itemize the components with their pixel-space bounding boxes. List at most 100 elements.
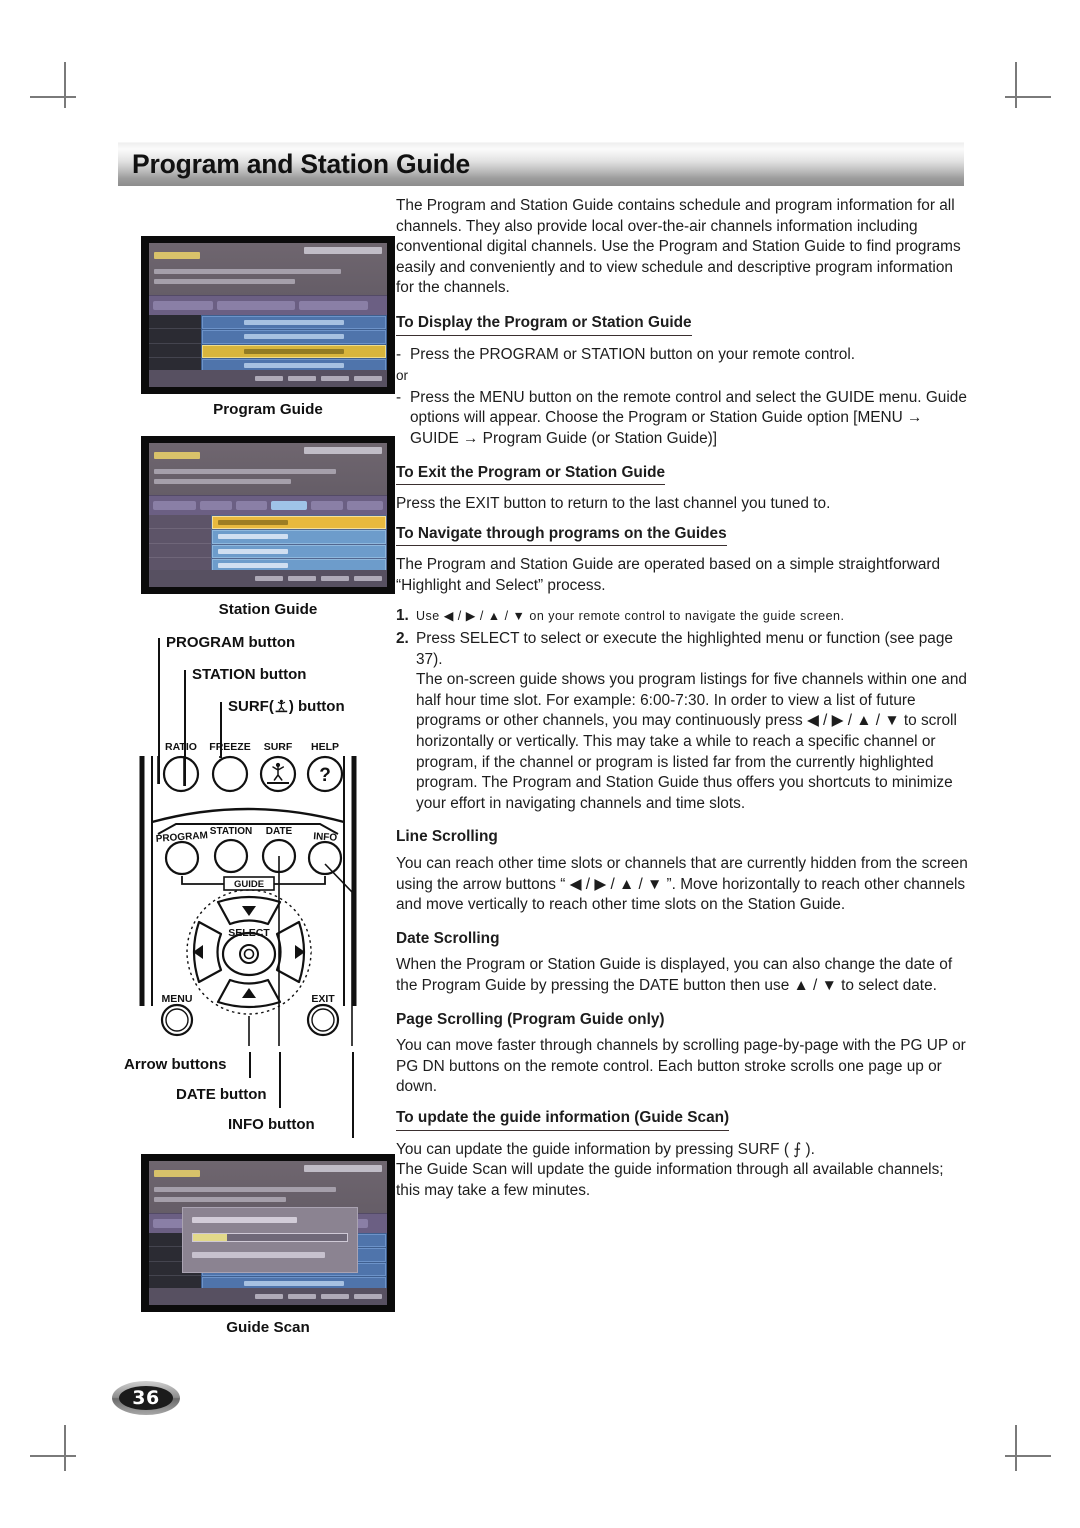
figure-program-guide: Program Guide (118, 236, 418, 418)
svg-text:DATE: DATE (266, 826, 293, 837)
callout-arrow-buttons: Arrow buttons (124, 1056, 227, 1073)
guide-scan-dialog (182, 1207, 359, 1274)
display-guide-or: or (396, 368, 409, 384)
time-cell (149, 544, 211, 559)
time-slot-header (149, 294, 387, 315)
program-guide-screenshot (141, 236, 395, 394)
navigate-step-2-text: Press SELECT to select or execute the hi… (416, 630, 953, 668)
svg-text:EXIT: EXIT (311, 993, 335, 1005)
program-detail-line-2 (154, 1197, 287, 1202)
bullet-mark: - (396, 345, 402, 363)
time-slot-chip-1 (216, 300, 295, 310)
channel-tab-selected (271, 500, 308, 510)
leader-line-date (279, 1052, 281, 1108)
heading-exit-guide: To Exit the Program or Station Guide (396, 463, 666, 486)
section-guide-scan: To update the guide information (Guide S… (396, 1108, 968, 1135)
channel-cell (149, 329, 202, 344)
scan-status-text (192, 1217, 297, 1224)
program-row (211, 544, 386, 558)
crop-mark-bottom-left-vertical (64, 1425, 66, 1471)
svg-text:FREEZE: FREEZE (209, 741, 250, 753)
channel-label-chip (153, 300, 213, 310)
main-content-column: The Program and Station Guide contains s… (396, 196, 968, 1215)
channel-cell (149, 315, 202, 330)
channel-tab (346, 500, 384, 510)
channel-title-bar (154, 452, 200, 459)
callout-info-button: INFO button (228, 1116, 315, 1133)
page-title: Program and Station Guide (132, 149, 471, 179)
page-number: 36 (132, 1387, 160, 1409)
guide-info-header (149, 1161, 387, 1213)
crop-mark-top-right-horizontal (1005, 96, 1051, 98)
svg-text:MENU: MENU (162, 993, 193, 1005)
leader-line-arrow (249, 1052, 251, 1078)
time-slot-chip-2 (298, 300, 368, 310)
display-guide-step-2-text: Press the MENU button on the remote cont… (410, 388, 967, 447)
section-display-guide: To Display the Program or Station Guide (396, 313, 968, 340)
heading-guide-scan: To update the guide information (Guide S… (396, 1108, 730, 1131)
section-exit-guide: To Exit the Program or Station Guide (396, 463, 968, 490)
display-guide-step-1: - Press the PROGRAM or STATION button on… (396, 345, 968, 366)
heading-line-scrolling: Line Scrolling (396, 828, 498, 846)
exit-guide-body: Press the EXIT button to return to the l… (396, 495, 831, 513)
page-scrolling-body: You can move faster through channels by … (396, 1037, 966, 1096)
guide-hint-bar (149, 569, 387, 587)
heading-navigate-guide: To Navigate through programs on the Guid… (396, 524, 727, 547)
bullet-mark: - (396, 388, 402, 406)
svg-text:HELP: HELP (311, 741, 339, 753)
date-time-readout (304, 447, 382, 454)
figure-guide-scan: Guide Scan (118, 1154, 418, 1336)
guide-scan-screenshot (141, 1154, 395, 1312)
channel-title-bar (154, 252, 200, 259)
remote-bottom-callouts: Arrow buttons DATE button INFO button (118, 1052, 418, 1144)
channel-tab (311, 500, 343, 510)
guide-scan-screen (149, 1161, 387, 1305)
svg-text:GUIDE: GUIDE (234, 879, 264, 890)
date-time-readout (304, 247, 382, 254)
crop-mark-bottom-right-horizontal (1005, 1455, 1051, 1457)
date-scrolling-body: When the Program or Station Guide is dis… (396, 956, 953, 994)
time-cell (149, 529, 211, 544)
guide-info-header (149, 443, 387, 495)
heading-date-scrolling: Date Scrolling (396, 929, 500, 947)
crop-mark-top-right-vertical (1015, 62, 1017, 108)
program-row-highlighted (202, 344, 386, 358)
svg-text:?: ? (319, 765, 331, 786)
page-badge-inner: 36 (119, 1386, 173, 1410)
figure-caption-program-guide: Program Guide (213, 401, 323, 418)
program-detail-line-2 (154, 479, 291, 484)
display-guide-step-2: - Press the MENU button on the remote co… (396, 388, 968, 450)
channel-tab (199, 500, 232, 510)
crop-mark-bottom-left-horizontal (30, 1455, 76, 1457)
figure-caption-station-guide: Station Guide (218, 601, 318, 618)
time-cell (149, 515, 211, 530)
left-figure-column: Program Guide Station Guide PROGRAM butt… (118, 200, 418, 1336)
leader-line-info (352, 1052, 354, 1138)
crop-mark-top-left-vertical (64, 62, 66, 108)
crop-mark-top-left-horizontal (30, 96, 76, 98)
section-navigate-guide: To Navigate through programs on the Guid… (396, 524, 968, 551)
scan-progress-bar (192, 1233, 349, 1243)
program-row (202, 330, 386, 344)
station-guide-screen (149, 443, 387, 587)
channel-tab (235, 500, 268, 510)
intro-paragraph: The Program and Station Guide contains s… (396, 197, 961, 297)
svg-text:STATION: STATION (210, 826, 252, 837)
date-time-readout (304, 1165, 382, 1172)
program-detail-line-1 (154, 1187, 337, 1192)
step-2-number: 2. (396, 630, 409, 648)
crop-mark-bottom-right-vertical (1015, 1425, 1017, 1471)
svg-text:SURF: SURF (264, 741, 293, 753)
figure-station-guide: Station Guide (118, 436, 418, 618)
navigate-step-2-detail: The on-screen guide shows you program li… (416, 671, 967, 812)
page-number-badge: 36 (112, 1381, 180, 1415)
scan-hint-text (192, 1252, 325, 1259)
program-row (202, 315, 386, 330)
guide-info-header (149, 243, 387, 295)
station-guide-screenshot (141, 436, 395, 594)
guide-hint-bar (149, 1287, 387, 1305)
navigate-step-2: 2. Press SELECT to select or execute the… (396, 629, 968, 814)
program-row-highlighted (211, 515, 386, 530)
navigate-guide-body: The Program and Station Guide are operat… (396, 556, 941, 594)
guide-scan-body-2: The Guide Scan will update the guide inf… (396, 1161, 944, 1199)
